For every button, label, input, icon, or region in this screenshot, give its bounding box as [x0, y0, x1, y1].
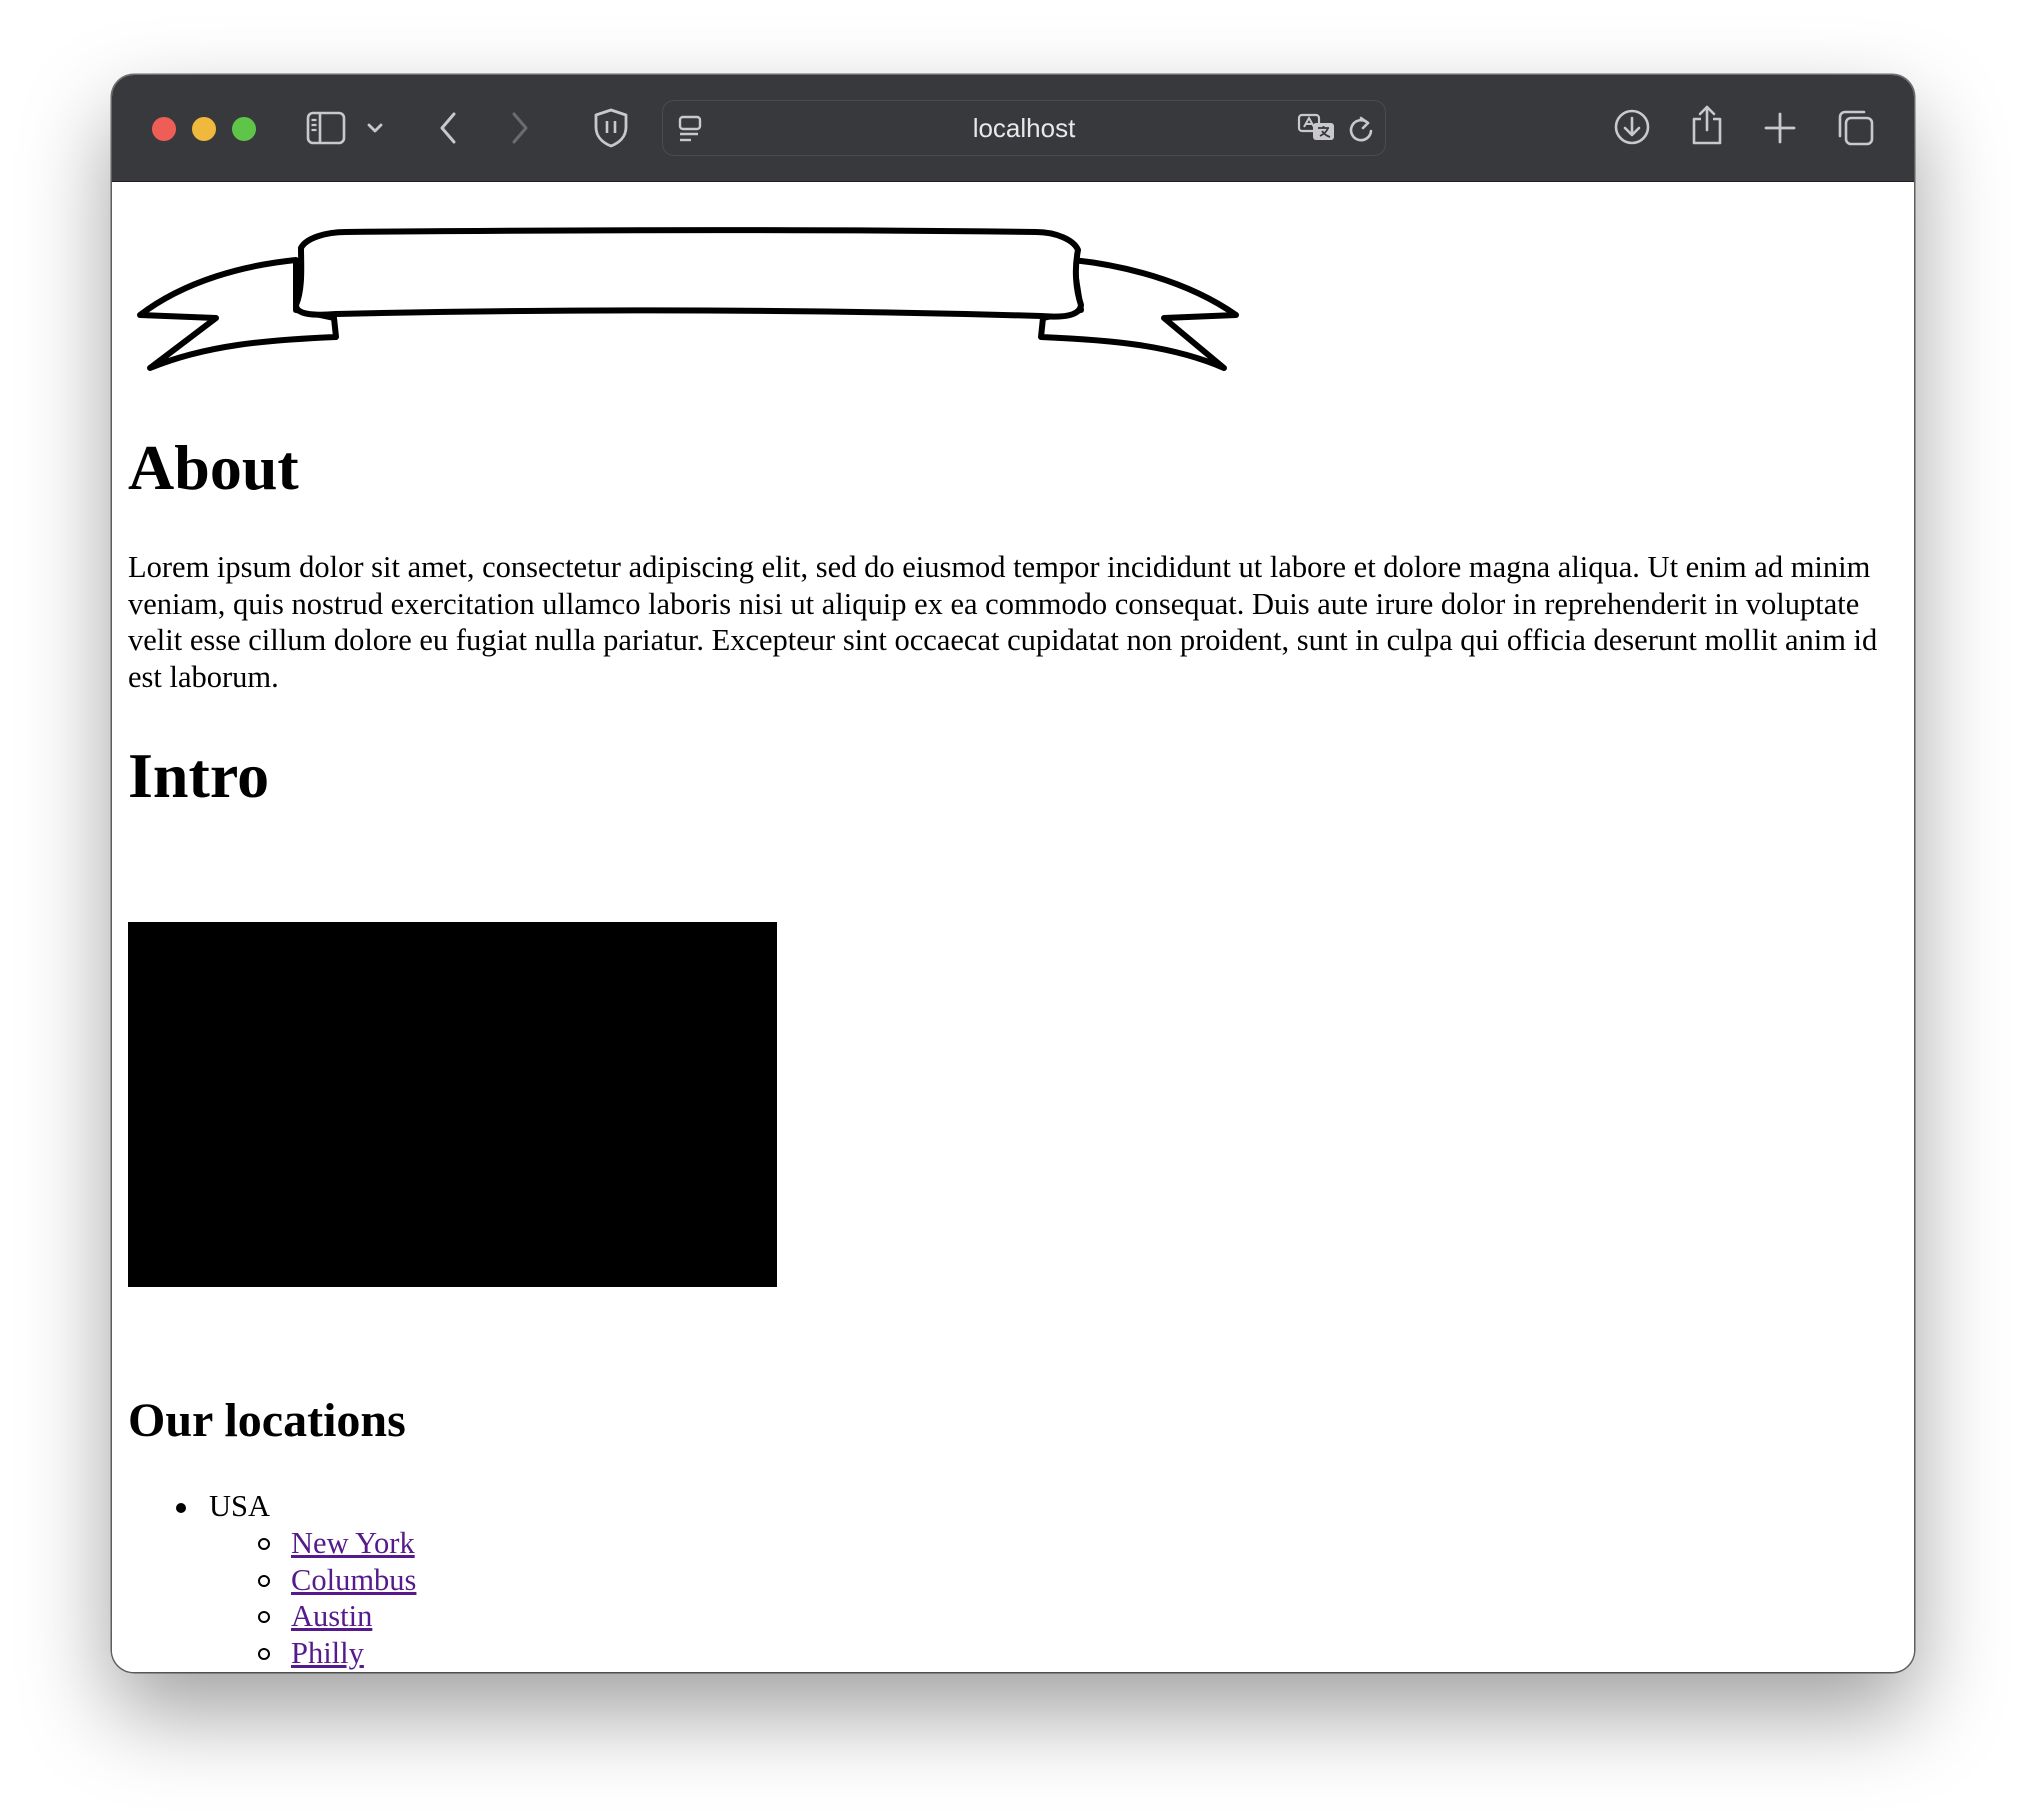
list-item-city: Philly	[128, 1635, 416, 1672]
address-bar[interactable]: localhost	[662, 100, 1386, 156]
page-content: About Lorem ipsum dolor sit amet, consec…	[112, 182, 1914, 1672]
translate-icon[interactable]	[1297, 112, 1337, 144]
sidebar-toggle-icon[interactable]	[306, 111, 346, 145]
address-text[interactable]: localhost	[663, 101, 1385, 155]
city-list: New York Columbus Austin Philly	[128, 1525, 416, 1671]
close-window-button[interactable]	[152, 117, 176, 141]
privacy-shield-icon[interactable]	[592, 107, 630, 149]
reload-icon[interactable]	[1347, 114, 1375, 144]
zoom-window-button[interactable]	[232, 117, 256, 141]
city-link-philly[interactable]: Philly	[291, 1636, 364, 1670]
about-paragraph: Lorem ipsum dolor sit amet, consectetur …	[128, 550, 1878, 694]
list-item-city: New York	[128, 1525, 416, 1562]
minimize-window-button[interactable]	[192, 117, 216, 141]
country-label: USA	[209, 1489, 271, 1523]
new-tab-icon[interactable]	[1763, 111, 1797, 145]
share-icon[interactable]	[1690, 103, 1724, 147]
city-link-new-york[interactable]: New York	[291, 1526, 415, 1560]
about-heading: About	[128, 432, 299, 503]
locations-list: USA New York Columbus Austin Philly	[128, 1487, 416, 1671]
city-link-columbus[interactable]: Columbus	[291, 1563, 416, 1597]
city-list-wrapper: New York Columbus Austin Philly	[128, 1525, 416, 1671]
list-item-country: USA	[128, 1487, 416, 1525]
tab-overview-icon[interactable]	[1836, 108, 1876, 148]
list-item-city: Columbus	[128, 1562, 416, 1599]
list-item-city: Austin	[128, 1598, 416, 1635]
forward-icon[interactable]	[507, 109, 531, 147]
intro-video[interactable]	[128, 922, 777, 1287]
downloads-icon[interactable]	[1613, 108, 1651, 146]
ribbon-banner-image	[137, 227, 1239, 371]
back-icon[interactable]	[437, 109, 461, 147]
chevron-down-icon[interactable]	[366, 119, 384, 137]
browser-window: localhost About Lorem ipsum dolor sit am…	[112, 75, 1914, 1672]
intro-heading: Intro	[128, 740, 270, 811]
browser-toolbar: localhost	[112, 75, 1914, 182]
city-link-austin[interactable]: Austin	[291, 1599, 372, 1633]
locations-heading: Our locations	[128, 1394, 406, 1447]
